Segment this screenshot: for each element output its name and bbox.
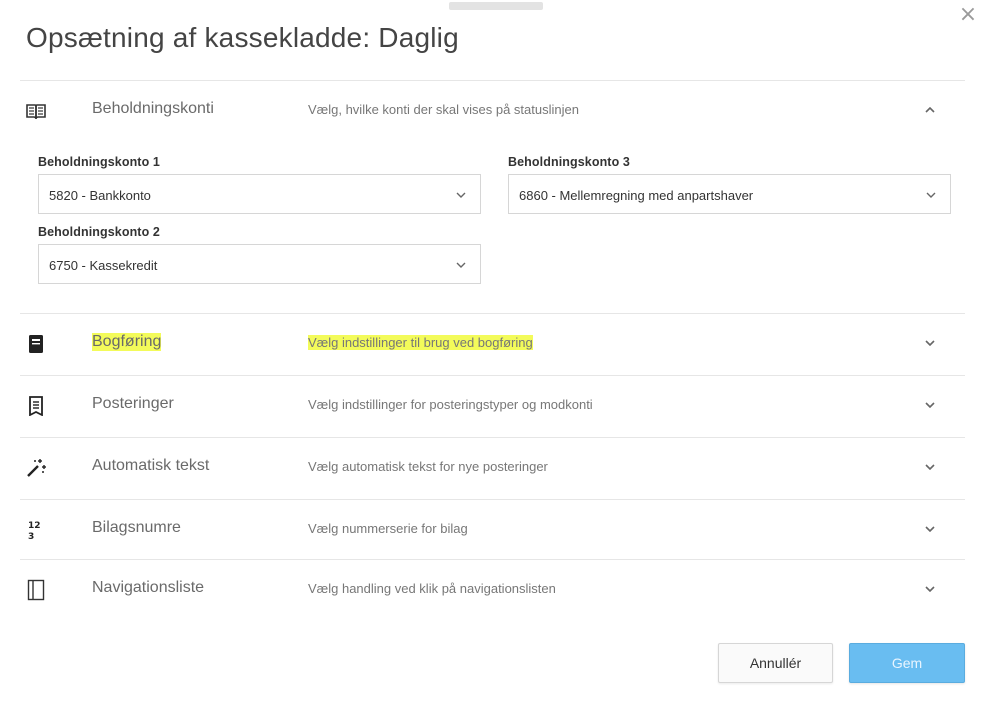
chevron-down-icon[interactable] xyxy=(920,395,940,415)
beholdningskonto-1-select[interactable]: 5820 - Bankkonto xyxy=(38,174,481,214)
section-header-posteringer[interactable]: Posteringer Vælg indstillinger for poste… xyxy=(20,376,965,436)
select-value: 6860 - Mellemregning med anpartshaver xyxy=(519,188,754,203)
close-button[interactable]: × xyxy=(956,1,980,27)
account-fields: Beholdningskonto 1 5820 - Bankkonto Beho… xyxy=(20,143,965,303)
magic-wand-icon xyxy=(24,456,48,480)
cancel-button[interactable]: Annullér xyxy=(718,643,833,683)
section-title: Navigationsliste xyxy=(92,579,205,596)
beholdningskonto-2-select[interactable]: 6750 - Kassekredit xyxy=(38,244,481,284)
field-beholdningskonto-1: Beholdningskonto 1 5820 - Bankkonto xyxy=(38,155,481,214)
panel-icon xyxy=(24,578,48,602)
section-title: Automatisk tekst xyxy=(92,457,210,474)
section-description: Vælg handling ved klik på navigationslis… xyxy=(308,581,556,596)
field-label: Beholdningskonto 3 xyxy=(508,155,630,169)
section-beholdningskonti: Beholdningskonti Vælg, hvilke konti der … xyxy=(20,80,965,313)
section-title: Posteringer xyxy=(92,395,174,412)
chevron-down-icon[interactable] xyxy=(920,333,940,353)
field-beholdningskonto-3: Beholdningskonto 3 6860 - Mellemregning … xyxy=(508,155,951,214)
section-header-beholdningskonti[interactable]: Beholdningskonti Vælg, hvilke konti der … xyxy=(20,81,965,141)
section-description: Vælg indstillinger til brug ved bogførin… xyxy=(308,335,533,350)
dialog-title: Opsætning af kassekladde: Daglig xyxy=(26,22,459,53)
chevron-down-icon[interactable] xyxy=(920,519,940,539)
section-navigationsliste: Navigationsliste Vælg handling ved klik … xyxy=(20,559,965,621)
chevron-up-icon[interactable] xyxy=(920,100,940,120)
section-header-automatisk-tekst[interactable]: Automatisk tekst Vælg automatisk tekst f… xyxy=(20,438,965,498)
chevron-down-icon[interactable] xyxy=(920,457,940,477)
chevron-down-icon xyxy=(454,188,468,202)
close-icon: × xyxy=(958,1,978,27)
section-header-bogfoering[interactable]: Bogføring Vælg indstillinger til brug ve… xyxy=(20,314,965,374)
section-description: Vælg, hvilke konti der skal vises på sta… xyxy=(308,102,579,117)
section-description: Vælg nummerserie for bilag xyxy=(308,521,468,536)
field-beholdningskonto-2: Beholdningskonto 2 6750 - Kassekredit xyxy=(38,225,481,284)
ledger-icon xyxy=(24,332,48,356)
section-bilagsnumre: 12 3 Bilagsnumre Vælg nummerserie for bi… xyxy=(20,499,965,559)
svg-text:3: 3 xyxy=(28,532,34,541)
chevron-down-icon[interactable] xyxy=(920,579,940,599)
number-sequence-icon: 12 3 xyxy=(24,518,48,542)
beholdningskonto-3-select[interactable]: 6860 - Mellemregning med anpartshaver xyxy=(508,174,951,214)
field-label: Beholdningskonto 2 xyxy=(38,225,160,239)
svg-text:12: 12 xyxy=(28,521,41,531)
section-title: Bilagsnumre xyxy=(92,519,181,536)
section-bogfoering: Bogføring Vælg indstillinger til brug ve… xyxy=(20,313,965,375)
book-open-icon xyxy=(24,99,48,123)
field-label: Beholdningskonto 1 xyxy=(38,155,160,169)
save-button[interactable]: Gem xyxy=(849,643,965,683)
section-header-bilagsnumre[interactable]: 12 3 Bilagsnumre Vælg nummerserie for bi… xyxy=(20,500,965,560)
select-value: 6750 - Kassekredit xyxy=(49,258,158,273)
section-header-navigationsliste[interactable]: Navigationsliste Vælg handling ved klik … xyxy=(20,560,965,620)
chevron-down-icon xyxy=(454,258,468,272)
section-title: Beholdningskonti xyxy=(92,100,214,117)
section-description: Vælg automatisk tekst for nye posteringe… xyxy=(308,459,548,474)
select-value: 5820 - Bankkonto xyxy=(49,188,151,203)
section-title: Bogføring xyxy=(92,333,162,351)
section-description: Vælg indstillinger for posteringstyper o… xyxy=(308,397,593,412)
section-posteringer: Posteringer Vælg indstillinger for poste… xyxy=(20,375,965,437)
document-icon xyxy=(24,394,48,418)
chevron-down-icon xyxy=(924,188,938,202)
section-automatisk-tekst: Automatisk tekst Vælg automatisk tekst f… xyxy=(20,437,965,499)
drag-handle[interactable] xyxy=(449,2,543,10)
